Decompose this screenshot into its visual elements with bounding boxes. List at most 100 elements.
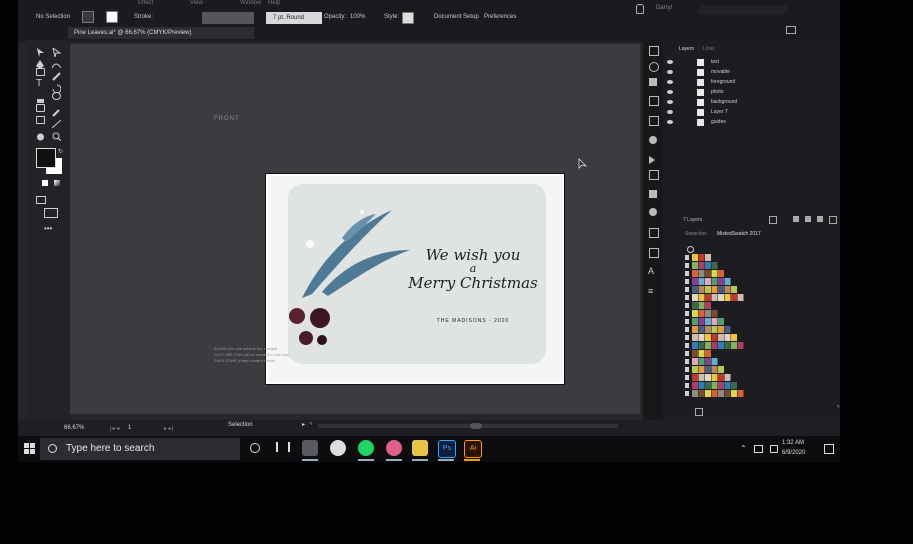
- visibility-eye-icon[interactable]: [667, 110, 673, 114]
- status-menu-arrow-icon[interactable]: ▸: [302, 421, 305, 428]
- swatch-folder-icon[interactable]: [685, 367, 689, 372]
- new-layer-icon[interactable]: [817, 216, 823, 222]
- stroke-panel-icon[interactable]: [649, 190, 657, 198]
- color-swatch[interactable]: [692, 358, 698, 365]
- draw-mode-icon[interactable]: [36, 196, 46, 204]
- color-swatch[interactable]: [711, 334, 718, 341]
- color-swatch[interactable]: [718, 278, 724, 285]
- document-tab[interactable]: Pine Leaves.ai* @ 66.67% (CMYK/Preview): [68, 27, 254, 39]
- color-swatch[interactable]: [692, 310, 698, 317]
- color-swatch[interactable]: [718, 318, 724, 325]
- paintbrush-tool-icon[interactable]: [52, 68, 61, 81]
- artboard[interactable]: We wish you a Merry Christmas THE MADISO…: [265, 173, 565, 385]
- swatch-folder-icon[interactable]: [685, 359, 689, 364]
- color-swatch[interactable]: [692, 254, 698, 261]
- color-swatch[interactable]: [711, 390, 718, 397]
- color-swatch[interactable]: [692, 270, 698, 277]
- lasso-tool-icon[interactable]: [52, 92, 61, 100]
- color-swatch[interactable]: [705, 286, 711, 293]
- create-sublayer-icon[interactable]: [805, 216, 811, 222]
- first-artboard-button[interactable]: |◂ ◂: [110, 425, 119, 432]
- color-swatch[interactable]: [698, 278, 705, 285]
- gradient-panel-icon[interactable]: [649, 208, 657, 216]
- artboards-icon[interactable]: [649, 96, 659, 106]
- tab-layers[interactable]: Layers: [679, 46, 694, 52]
- spotify-icon[interactable]: [358, 440, 374, 456]
- color-swatch[interactable]: [705, 310, 711, 317]
- color-swatch[interactable]: [705, 326, 711, 333]
- search-swatches-icon[interactable]: [687, 246, 694, 253]
- menu-item-view[interactable]: View: [190, 0, 203, 6]
- swatch-folder-icon[interactable]: [685, 303, 689, 308]
- network-icon[interactable]: [754, 445, 763, 453]
- selection-tool-icon[interactable]: [36, 44, 45, 57]
- color-swatch[interactable]: [692, 318, 698, 325]
- symbols-icon[interactable]: [649, 248, 659, 258]
- color-swatch[interactable]: [698, 326, 705, 333]
- color-swatch[interactable]: [698, 382, 705, 389]
- transparency-icon[interactable]: [649, 228, 659, 238]
- eyedropper-tool-icon[interactable]: [52, 104, 61, 117]
- curvature-tool-icon[interactable]: [51, 56, 62, 69]
- layer-row[interactable]: guides: [667, 118, 837, 127]
- color-swatch[interactable]: [711, 278, 718, 285]
- color-swatch[interactable]: [711, 358, 718, 365]
- style-swatch[interactable]: [402, 12, 414, 24]
- color-swatch[interactable]: [737, 342, 744, 349]
- tab-links[interactable]: Links: [703, 46, 715, 52]
- color-swatch[interactable]: [705, 342, 711, 349]
- swatch-folder-icon[interactable]: [685, 375, 689, 380]
- color-swatch[interactable]: [718, 294, 724, 301]
- hand-tool-icon[interactable]: [36, 128, 45, 141]
- resize-panel-icon[interactable]: ⤡: [837, 406, 840, 413]
- action-center-icon[interactable]: [824, 444, 834, 454]
- color-swatch[interactable]: [698, 294, 705, 301]
- clock-date[interactable]: 6/9/2020: [782, 450, 805, 456]
- color-swatch[interactable]: [724, 278, 731, 285]
- color-swatch[interactable]: [737, 390, 744, 397]
- color-swatch[interactable]: [705, 262, 711, 269]
- visibility-eye-icon[interactable]: [667, 90, 673, 94]
- color-swatch[interactable]: [731, 294, 737, 301]
- play-action-icon[interactable]: [649, 156, 655, 164]
- color-swatch[interactable]: [698, 366, 705, 373]
- color-swatch[interactable]: [692, 350, 698, 357]
- make-clipping-mask-icon[interactable]: [793, 216, 799, 222]
- visibility-eye-icon[interactable]: [667, 120, 673, 124]
- color-swatch[interactable]: [718, 270, 724, 277]
- brush-select[interactable]: 7 pt. Round: [266, 12, 322, 24]
- color-swatch[interactable]: [718, 374, 724, 381]
- gradient-mode-icon[interactable]: [54, 180, 60, 186]
- document-setup-button[interactable]: Document Setup: [434, 14, 479, 20]
- color-swatch[interactable]: [698, 286, 705, 293]
- swatch-folder-icon[interactable]: [685, 351, 689, 356]
- pen-tool-icon[interactable]: [36, 56, 45, 69]
- photoshop-icon[interactable]: Ps: [438, 440, 456, 458]
- color-swatch[interactable]: [724, 294, 731, 301]
- color-swatch[interactable]: [698, 310, 705, 317]
- user-name[interactable]: Darryl: [656, 5, 672, 11]
- color-swatch[interactable]: [692, 262, 698, 269]
- color-swatch[interactable]: [711, 342, 718, 349]
- color-swatch[interactable]: [692, 382, 698, 389]
- color-swatch[interactable]: [731, 390, 737, 397]
- color-swatch[interactable]: [705, 366, 711, 373]
- search-adobe-stock-input[interactable]: [698, 5, 788, 14]
- character-icon[interactable]: A: [648, 266, 654, 276]
- color-swatch[interactable]: [705, 334, 711, 341]
- libraries-icon[interactable]: [649, 78, 657, 86]
- swatch-folder-icon[interactable]: [685, 263, 689, 268]
- zoom-tool-icon[interactable]: [52, 128, 62, 142]
- task-view-icon[interactable]: [276, 442, 290, 452]
- color-swatch[interactable]: [724, 326, 731, 333]
- color-swatch[interactable]: [705, 358, 711, 365]
- swatch-folder-icon[interactable]: [685, 391, 689, 396]
- clock-app-icon[interactable]: [330, 440, 346, 456]
- type-tool-icon[interactable]: T: [36, 79, 45, 89]
- swatch-folder-icon[interactable]: [685, 319, 689, 324]
- color-swatch[interactable]: [718, 334, 724, 341]
- swatch-folder-icon[interactable]: [685, 327, 689, 332]
- color-swatch[interactable]: [724, 342, 731, 349]
- paint-icon[interactable]: [386, 440, 402, 456]
- layer-row[interactable]: photo: [667, 88, 837, 97]
